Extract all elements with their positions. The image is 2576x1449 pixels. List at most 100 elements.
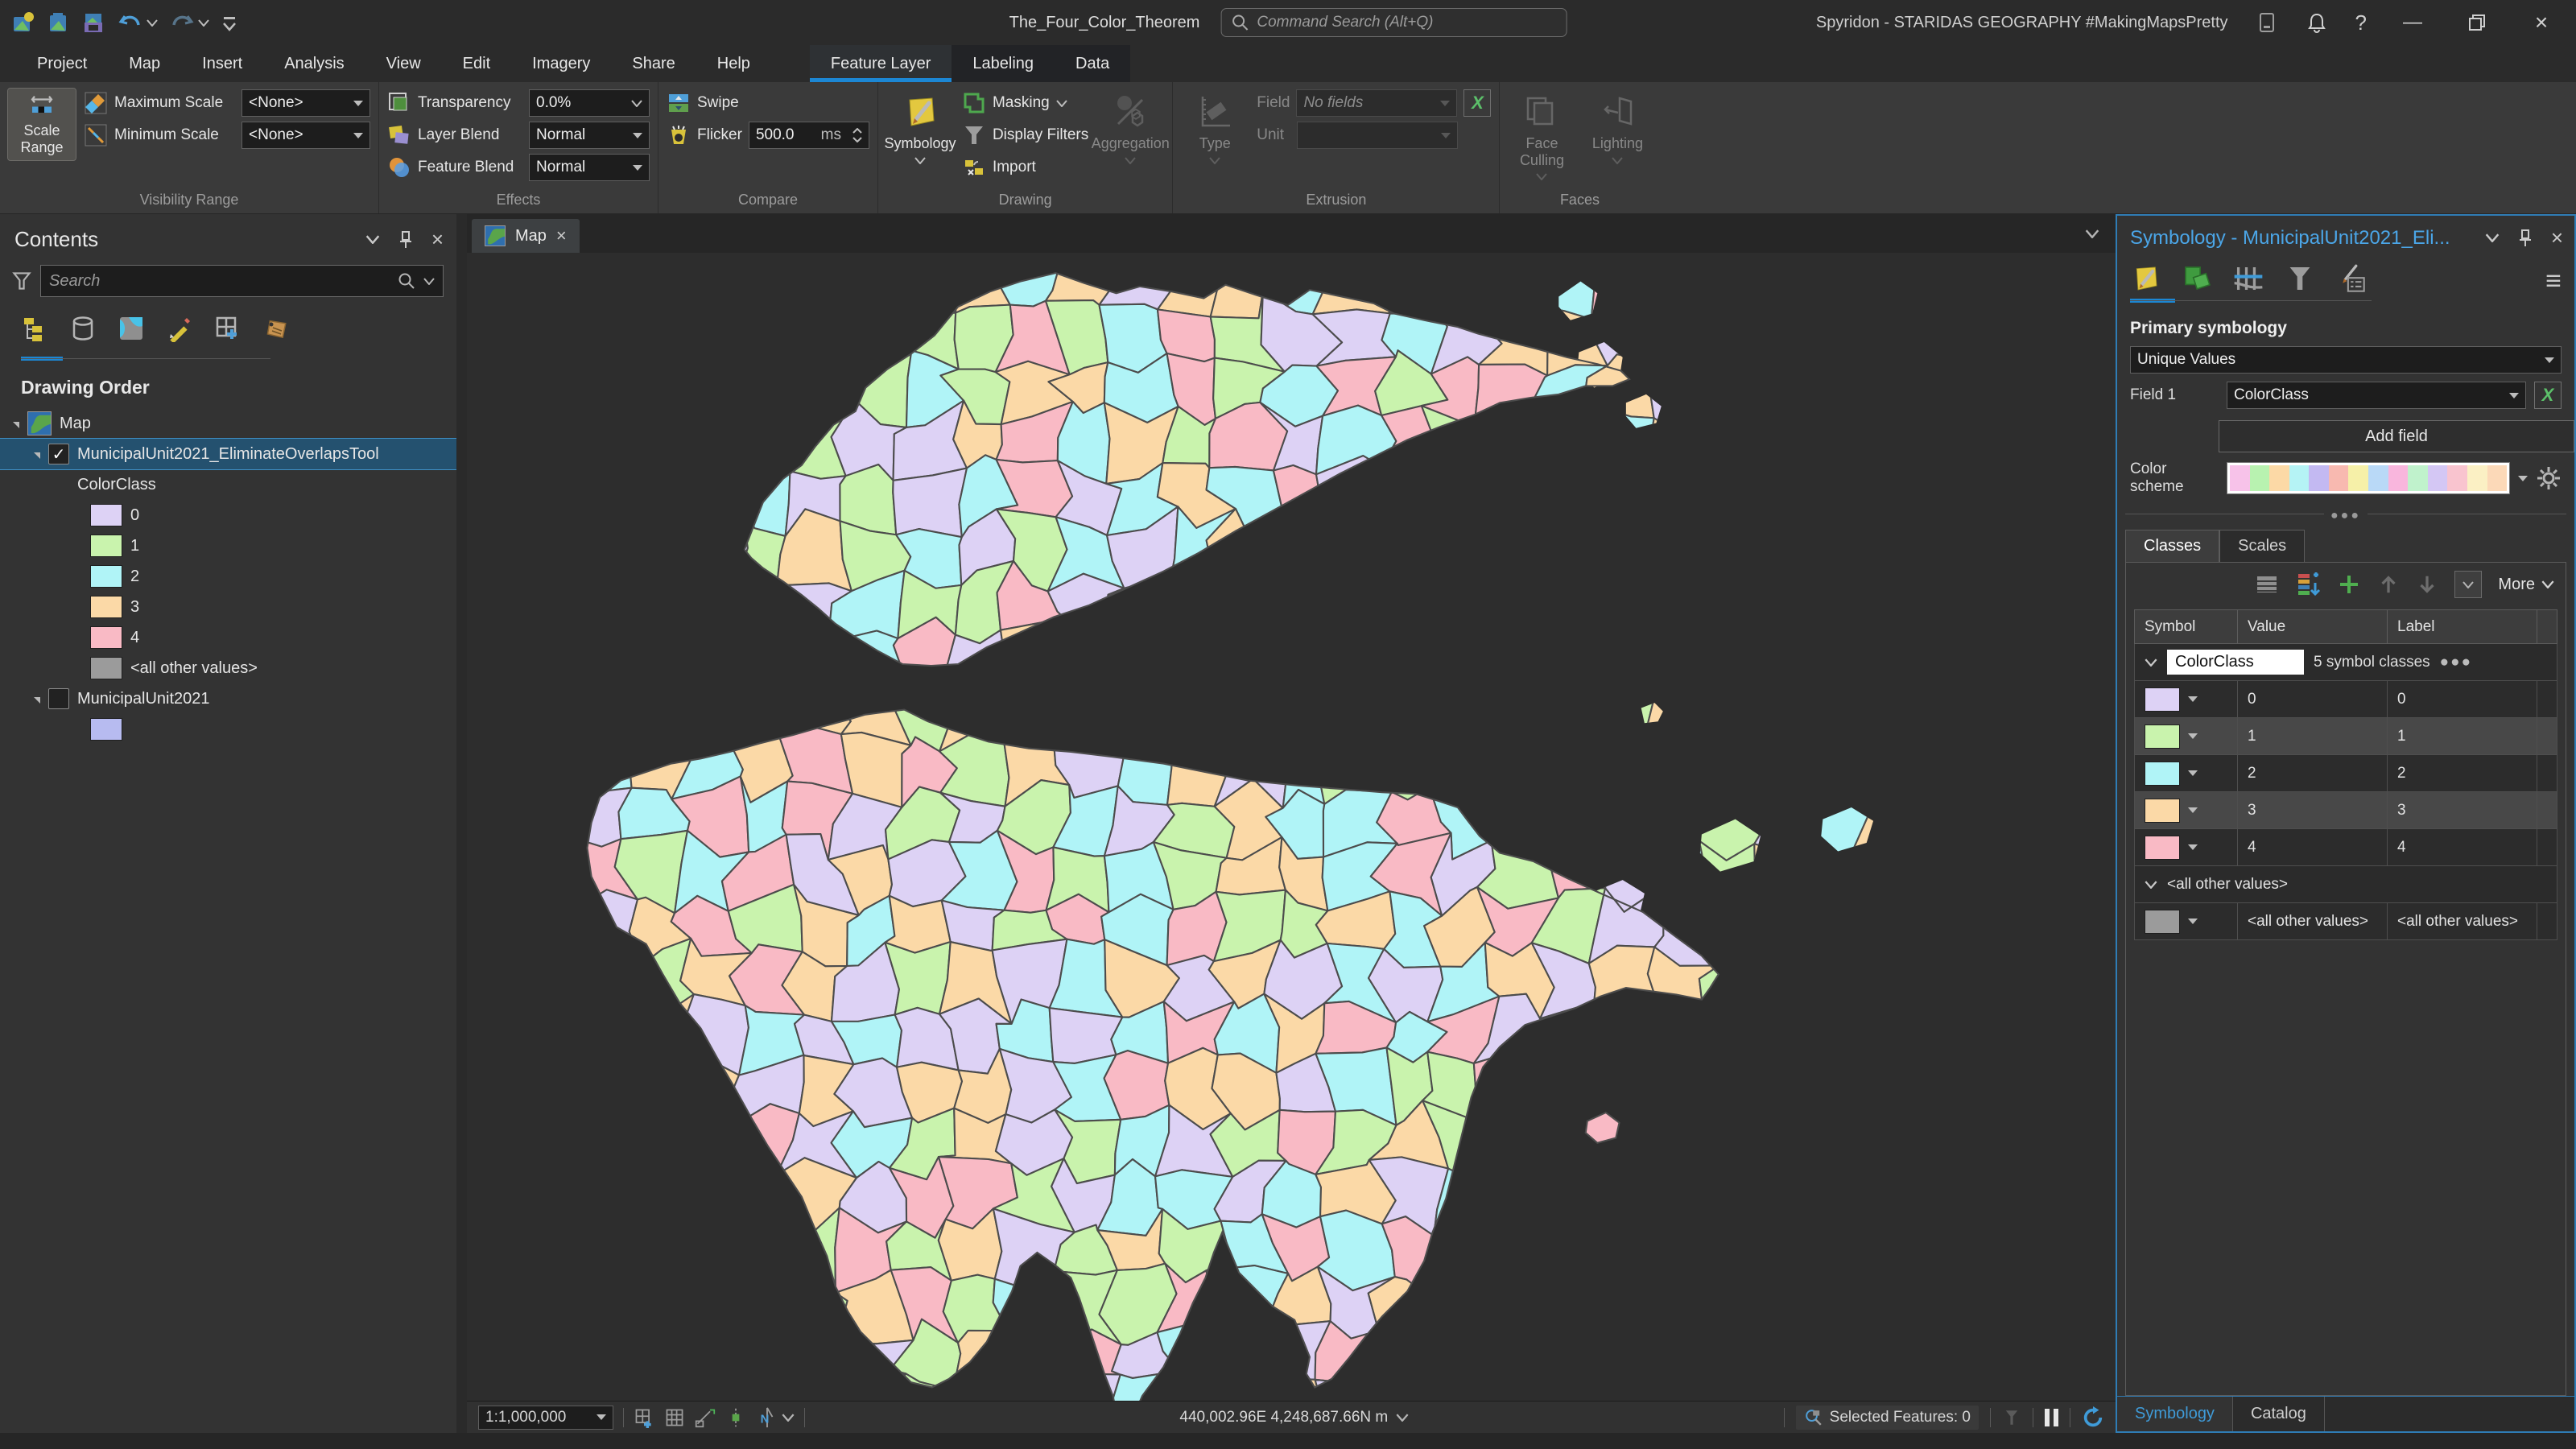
field1-select[interactable]: ColorClass (2227, 382, 2526, 409)
pause-drawing-button[interactable] (2045, 1409, 2058, 1426)
class-row[interactable]: 4 4 (2135, 829, 2557, 866)
minimum-scale-select[interactable]: <None> (242, 122, 370, 149)
symbol-swatch[interactable] (2145, 724, 2180, 749)
legend-swatch[interactable] (90, 718, 122, 741)
symbol-swatch[interactable] (2145, 799, 2180, 823)
tree-item-layer2[interactable]: MunicipalUnit2021 (0, 683, 456, 714)
tab-project[interactable]: Project (16, 45, 108, 82)
show-table-icon[interactable] (2255, 572, 2279, 597)
help-icon[interactable]: ? (2355, 10, 2367, 35)
value-cell[interactable]: 1 (2238, 718, 2388, 755)
value-cell[interactable]: 2 (2238, 755, 2388, 792)
label-cell[interactable]: 3 (2388, 792, 2537, 829)
panel-close-icon[interactable]: × (431, 227, 444, 252)
view-filter-icon[interactable] (2002, 1408, 2021, 1427)
selected-features-indicator[interactable]: Selected Features: 0 (1796, 1406, 1979, 1430)
list-by-editing-button[interactable] (166, 315, 193, 357)
panel-menu-chevron-icon[interactable] (2485, 233, 2500, 242)
label-cell[interactable]: 2 (2388, 755, 2537, 792)
label-cell[interactable]: 4 (2388, 829, 2537, 866)
layer2-visibility-checkbox[interactable] (48, 688, 69, 709)
panel-menu-chevron-icon[interactable] (365, 235, 380, 244)
legend-item[interactable]: 2 (0, 561, 456, 592)
value-cell[interactable]: 0 (2238, 681, 2388, 718)
class-row[interactable]: 2 2 (2135, 755, 2557, 792)
color-scheme-options-gear-icon[interactable] (2536, 465, 2562, 491)
command-search-input[interactable]: Command Search (Alt+Q) (1220, 8, 1567, 37)
tab-insert[interactable]: Insert (181, 45, 263, 82)
tab-help[interactable]: Help (696, 45, 771, 82)
color-scheme-dropdown-icon[interactable] (2518, 476, 2528, 481)
tab-imagery[interactable]: Imagery (511, 45, 611, 82)
bottom-tab-symbology[interactable]: Symbology (2117, 1397, 2233, 1431)
map-canvas[interactable]: 1:1,000,000 N 440,002.96E 4,248,687.66N … (467, 253, 2116, 1433)
legend-swatch[interactable] (90, 535, 122, 557)
symbol-dropdown-icon[interactable] (2188, 770, 2198, 776)
tab-feature-layer[interactable]: Feature Layer (810, 45, 952, 82)
import-button[interactable]: Import (962, 153, 1088, 182)
legend-swatch[interactable] (90, 596, 122, 618)
group-row-colorclass[interactable]: ColorClass 5 symbol classes ●●● (2135, 644, 2557, 681)
pin-icon[interactable] (2517, 229, 2533, 248)
extrusion-expression-button[interactable]: X (1463, 89, 1491, 117)
symbology-filter-tab-icon[interactable] (2285, 263, 2315, 299)
symbology-button[interactable]: Symbology (886, 89, 954, 169)
move-down-icon[interactable] (2416, 573, 2438, 596)
legend-swatch[interactable] (90, 565, 122, 588)
tab-labeling[interactable]: Labeling (952, 45, 1055, 82)
label-cell[interactable]: 1 (2388, 718, 2537, 755)
legend-item[interactable]: 1 (0, 530, 456, 561)
signed-in-account[interactable]: Spyridon - STARIDAS GEOGRAPHY #MakingMap… (1816, 14, 2228, 32)
display-filters-button[interactable]: Display Filters (962, 121, 1088, 150)
maximum-scale-select[interactable]: <None> (242, 89, 370, 117)
legend-swatch[interactable] (90, 626, 122, 649)
expander-icon[interactable] (13, 422, 19, 428)
search-options-chevron-icon[interactable] (423, 278, 435, 285)
map-tab-close-icon[interactable]: × (556, 225, 567, 246)
layer-blend-select[interactable]: Normal (529, 122, 650, 149)
open-project-icon[interactable] (47, 10, 71, 35)
snapping-icon[interactable] (725, 1407, 746, 1428)
tab-analysis[interactable]: Analysis (263, 45, 365, 82)
layer1-visibility-checkbox[interactable]: ✓ (48, 444, 69, 464)
color-scheme-ramp[interactable] (2227, 462, 2510, 494)
pin-icon[interactable] (398, 230, 414, 250)
map-canvas-svg[interactable] (467, 253, 2116, 1433)
add-value-plus-icon[interactable] (2337, 572, 2361, 597)
legend-item[interactable]: 3 (0, 592, 456, 622)
legend-item[interactable]: 4 (0, 622, 456, 653)
add-all-values-icon[interactable] (2295, 572, 2321, 597)
flicker-spinner[interactable] (848, 128, 862, 142)
column-header-label[interactable]: Label (2388, 610, 2537, 644)
feature-blend-select[interactable]: Normal (529, 154, 650, 181)
list-by-snapping-button[interactable] (214, 315, 242, 357)
tab-edit[interactable]: Edit (442, 45, 511, 82)
map-view-tab[interactable]: Map × (472, 219, 580, 253)
aggregation-button[interactable]: Aggregation (1096, 89, 1164, 169)
expander-icon[interactable] (34, 452, 40, 459)
customize-toolbar-button[interactable] (221, 10, 238, 35)
symbol-swatch[interactable] (2145, 762, 2180, 786)
measure-icon[interactable] (695, 1407, 716, 1428)
tab-classes[interactable]: Classes (2125, 530, 2219, 562)
list-by-labeling-button[interactable] (262, 315, 290, 357)
north-arrow-icon[interactable]: N (756, 1406, 795, 1429)
match-values-dropdown[interactable] (2454, 571, 2482, 598)
tab-scales[interactable]: Scales (2219, 530, 2305, 562)
symbol-dropdown-icon[interactable] (2188, 919, 2198, 924)
group-row-other-values[interactable]: <all other values> (2135, 866, 2557, 903)
symbol-swatch[interactable] (2145, 687, 2180, 712)
group-more-options-icon[interactable]: ●●● (2440, 654, 2472, 671)
other-values-row[interactable]: <all other values> <all other values> (2135, 903, 2557, 940)
legend-item[interactable] (0, 714, 456, 745)
symbol-dropdown-icon[interactable] (2188, 696, 2198, 702)
undo-button[interactable] (118, 10, 158, 35)
tab-view[interactable]: View (365, 45, 442, 82)
group-heading-input[interactable]: ColorClass (2167, 650, 2304, 675)
vary-symbology-tab-icon[interactable] (2182, 263, 2212, 299)
list-by-selection-button[interactable] (118, 315, 145, 357)
map-scale-select[interactable]: 1:1,000,000 (478, 1406, 613, 1430)
notifications-bell-icon[interactable] (2306, 11, 2328, 34)
scale-range-button[interactable]: Scale Range (8, 89, 76, 160)
tab-share[interactable]: Share (611, 45, 696, 82)
